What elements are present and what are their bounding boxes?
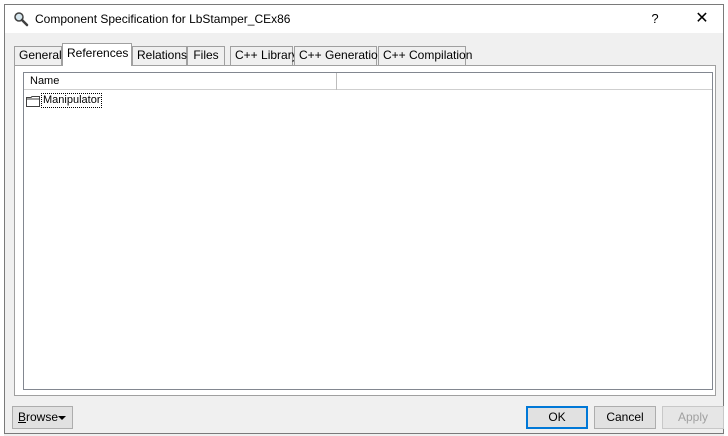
- tab-general[interactable]: General: [14, 46, 62, 65]
- component-specification-dialog: Component Specification for LbStamper_CE…: [4, 4, 724, 434]
- column-header-2[interactable]: [337, 73, 712, 90]
- cancel-button[interactable]: Cancel: [594, 406, 656, 429]
- dialog-title: Component Specification for LbStamper_CE…: [35, 12, 291, 26]
- references-tree[interactable]: Name Manipulator: [23, 72, 713, 390]
- background-canvas-right: [724, 0, 728, 436]
- tab-relations[interactable]: Relations: [132, 46, 187, 65]
- folder-icon: [26, 95, 40, 107]
- title-bar: Component Specification for LbStamper_CE…: [5, 5, 723, 33]
- tab-cpp-generation[interactable]: C++ Generation: [294, 46, 384, 65]
- tree-item[interactable]: Manipulator: [26, 92, 103, 109]
- references-page: Name Manipulator: [14, 65, 716, 396]
- tab-cpp-library[interactable]: C++ Library: [230, 46, 298, 65]
- tree-item-label[interactable]: Manipulator: [41, 93, 103, 108]
- ok-button[interactable]: OK: [526, 406, 588, 429]
- tree-header: Name: [24, 73, 712, 90]
- browse-button[interactable]: Browse: [12, 406, 73, 429]
- browse-label-mnemonic: B: [18, 410, 27, 424]
- apply-button[interactable]: Apply: [662, 406, 724, 429]
- magnifier-icon: [13, 11, 29, 27]
- browse-label: rowse: [26, 410, 59, 424]
- help-button[interactable]: ?: [635, 5, 675, 33]
- tab-files[interactable]: Files: [187, 46, 225, 65]
- tab-cpp-compilation[interactable]: C++ Compilation: [378, 46, 472, 65]
- tab-references[interactable]: References: [62, 43, 132, 66]
- close-button[interactable]: ✕: [681, 5, 723, 33]
- dropdown-arrow-icon: [58, 416, 66, 420]
- column-header-name[interactable]: Name: [24, 73, 337, 90]
